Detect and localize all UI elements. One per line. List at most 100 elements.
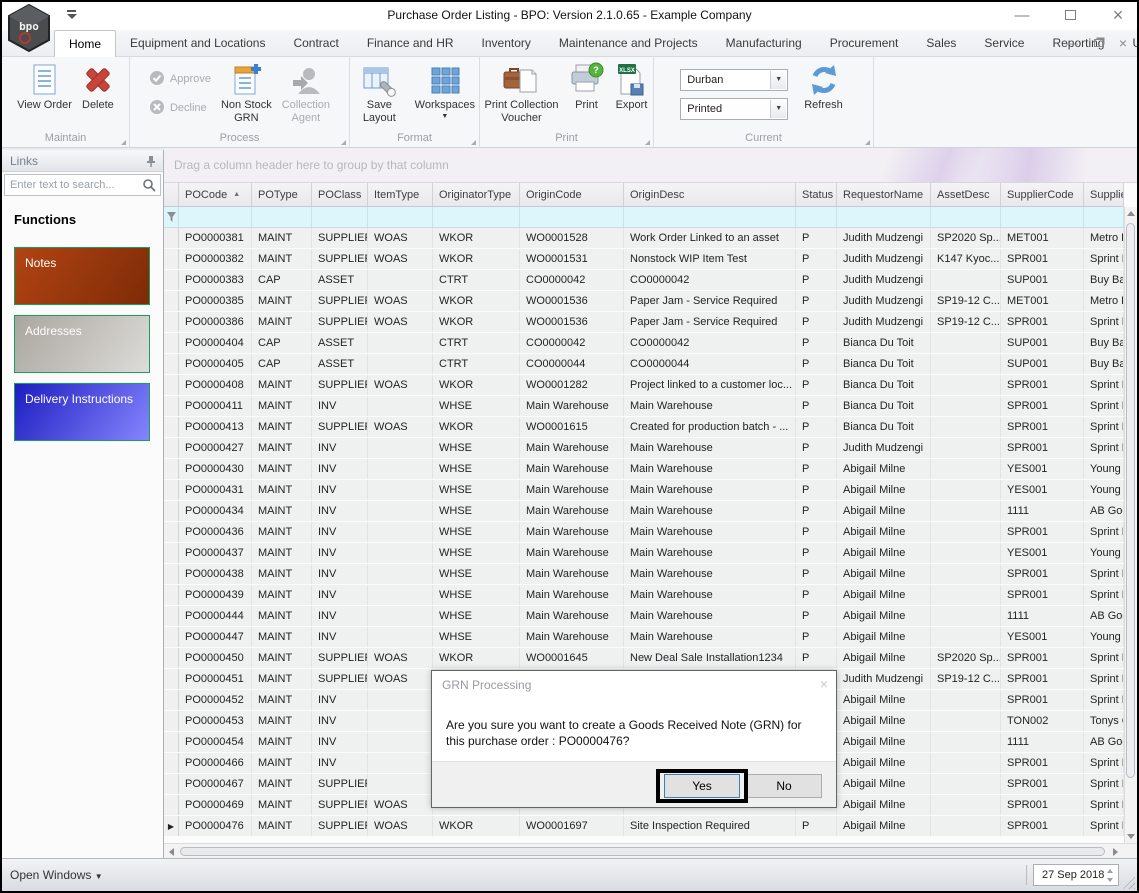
filter-cell-origdesc[interactable]	[624, 207, 796, 227]
date-field[interactable]: 27 Sep 2018	[1033, 864, 1119, 886]
column-header-origcode[interactable]: OriginCode	[520, 183, 624, 206]
column-header-poclass[interactable]: POClass	[312, 183, 368, 206]
table-row[interactable]: PO0000411MAINTINVWHSEMain WarehouseMain …	[164, 396, 1124, 417]
filter-cell-suppcode[interactable]	[1001, 207, 1084, 227]
print-button[interactable]: ? Print	[564, 59, 608, 114]
table-row[interactable]: PO0000413MAINTSUPPLIERWOASWKORWO0001615C…	[164, 417, 1124, 438]
group-launcher-icon-print[interactable]	[645, 140, 650, 145]
scroll-up-icon[interactable]	[1125, 207, 1137, 220]
table-row[interactable]: PO0000431MAINTINVWHSEMain WarehouseMain …	[164, 480, 1124, 501]
close-button[interactable]: ×	[1107, 4, 1129, 26]
table-row[interactable]: PO0000444MAINTINVWHSEMain WarehouseMain …	[164, 606, 1124, 627]
refresh-button[interactable]: Refresh	[800, 59, 847, 114]
tab-service[interactable]: Service	[970, 30, 1038, 57]
filter-cell-code[interactable]	[179, 207, 252, 227]
group-launcher-icon-process[interactable]	[341, 140, 346, 145]
table-row[interactable]: PO0000450MAINTSUPPLIERWOASWKORWO0001645N…	[164, 648, 1124, 669]
table-row[interactable]: PO0000436MAINTINVWHSEMain WarehouseMain …	[164, 522, 1124, 543]
filter-cell-suppname[interactable]	[1084, 207, 1124, 227]
tab-sales[interactable]: Sales	[912, 30, 970, 57]
table-row[interactable]: PO0000447MAINTINVWHSEMain WarehouseMain …	[164, 627, 1124, 648]
column-header-code[interactable]: POCode▲	[179, 183, 252, 206]
table-row[interactable]: PO0000385MAINTSUPPLIERWOASWKORWO0001536P…	[164, 291, 1124, 312]
tab-maintenance-and-projects[interactable]: Maintenance and Projects	[545, 30, 712, 57]
workspaces-button[interactable]: Workspaces ▼	[411, 59, 479, 122]
tab-inventory[interactable]: Inventory	[468, 30, 545, 57]
scroll-right-icon[interactable]	[1109, 845, 1122, 858]
tab-home[interactable]: Home	[54, 30, 116, 57]
pin-icon[interactable]	[145, 154, 157, 170]
scroll-left-icon[interactable]	[165, 845, 178, 858]
tab-equipment-and-locations[interactable]: Equipment and Locations	[116, 30, 279, 57]
filter-row-icon[interactable]	[164, 207, 179, 227]
table-row[interactable]: PO0000434MAINTINVWHSEMain WarehouseMain …	[164, 501, 1124, 522]
horizontal-scroll-thumb[interactable]	[180, 847, 1105, 856]
function-button-notes[interactable]: Notes	[14, 247, 150, 305]
filter-cell-origcode[interactable]	[520, 207, 624, 227]
open-windows-button[interactable]: Open Windows ▼	[10, 868, 103, 882]
approve-button[interactable]: Approve	[149, 70, 211, 89]
branch-dropdown[interactable]: Durban ▼	[680, 69, 788, 91]
group-launcher-icon-maintain[interactable]	[121, 140, 126, 145]
non-stock-grn-button[interactable]: Non Stock GRN	[217, 59, 276, 127]
yes-button[interactable]: Yes	[664, 774, 740, 798]
view-order-button[interactable]: View Order	[13, 59, 76, 114]
mdi-minimize-icon[interactable]: —	[1066, 36, 1078, 50]
delete-button[interactable]: Delete	[78, 59, 118, 114]
filter-cell-itemtype[interactable]	[368, 207, 433, 227]
tab-procurement[interactable]: Procurement	[816, 30, 913, 57]
filter-cell-requestor[interactable]	[837, 207, 931, 227]
filter-cell-assetdesc[interactable]	[931, 207, 1001, 227]
filter-cell-poclass[interactable]	[312, 207, 368, 227]
table-row[interactable]: PO0000439MAINTINVWHSEMain WarehouseMain …	[164, 585, 1124, 606]
search-icon[interactable]	[142, 178, 156, 197]
table-row[interactable]: PO0000404CAPASSETCTRTCO0000042CO0000042P…	[164, 333, 1124, 354]
function-button-delivery-instructions[interactable]: Delivery Instructions	[14, 383, 150, 441]
column-header-requestor[interactable]: RequestorName	[837, 183, 931, 206]
no-button[interactable]: No	[746, 774, 822, 798]
tab-contract[interactable]: Contract	[279, 30, 352, 57]
filter-cell-origtype[interactable]	[433, 207, 520, 227]
dialog-close-icon[interactable]: ×	[820, 676, 828, 692]
table-row[interactable]: PO0000438MAINTINVWHSEMain WarehouseMain …	[164, 564, 1124, 585]
minimize-button[interactable]: —	[1011, 4, 1033, 26]
column-header-origtype[interactable]: OriginatorType	[433, 183, 520, 206]
resize-grip[interactable]	[1121, 875, 1135, 889]
column-header-suppcode[interactable]: SupplierCode	[1001, 183, 1084, 206]
tab-finance-and-hr[interactable]: Finance and HR	[353, 30, 468, 57]
export-button[interactable]: XLSX Export	[610, 59, 652, 114]
filter-cell-potype[interactable]	[252, 207, 312, 227]
save-layout-button[interactable]: Save Layout	[350, 59, 409, 127]
group-launcher-icon-current[interactable]	[865, 140, 870, 145]
column-header-potype[interactable]: POType	[252, 183, 312, 206]
group-launcher-icon-format[interactable]	[471, 140, 476, 145]
maximize-button[interactable]	[1059, 4, 1081, 26]
tab-manufacturing[interactable]: Manufacturing	[712, 30, 816, 57]
table-row[interactable]: PO0000382MAINTSUPPLIERWOASWKORWO0001531N…	[164, 249, 1124, 270]
table-row[interactable]: ▶PO0000476MAINTSUPPLIERWOASWKORWO0001697…	[164, 816, 1124, 837]
mdi-restore-icon[interactable]	[1094, 36, 1103, 50]
column-header-status[interactable]: Status	[796, 183, 837, 206]
table-row[interactable]: PO0000386MAINTSUPPLIERWOASWKORWO0001536P…	[164, 312, 1124, 333]
decline-button[interactable]: Decline	[149, 99, 211, 118]
collection-agent-button[interactable]: Collection Agent	[278, 59, 334, 127]
scroll-down-icon[interactable]	[1125, 830, 1137, 843]
mdi-close-icon[interactable]: ×	[1119, 36, 1127, 50]
filter-cell-status[interactable]	[796, 207, 837, 227]
column-header-suppname[interactable]: SupplierNam	[1084, 183, 1124, 206]
status-filter-dropdown[interactable]: Printed ▼	[680, 98, 788, 120]
print-collection-voucher-button[interactable]: Print Collection Voucher	[481, 59, 563, 127]
table-row[interactable]: PO0000381MAINTSUPPLIERWOASWKORWO0001528W…	[164, 228, 1124, 249]
column-header-assetdesc[interactable]: AssetDesc	[931, 183, 1001, 206]
table-row[interactable]: PO0000408MAINTSUPPLIERWOASWKORWO0001282P…	[164, 375, 1124, 396]
search-input[interactable]	[10, 177, 136, 193]
vertical-scrollbar[interactable]	[1124, 207, 1137, 843]
date-spinner[interactable]	[1103, 866, 1116, 884]
table-row[interactable]: PO0000437MAINTINVWHSEMain WarehouseMain …	[164, 543, 1124, 564]
table-row[interactable]: PO0000405CAPASSETCTRTCO0000044CO0000044P…	[164, 354, 1124, 375]
table-row[interactable]: PO0000383CAPASSETCTRTCO0000042CO0000042P…	[164, 270, 1124, 291]
column-header-itemtype[interactable]: ItemType	[368, 183, 433, 206]
column-header-origdesc[interactable]: OriginDesc	[624, 183, 796, 206]
function-button-addresses[interactable]: Addresses	[14, 315, 150, 373]
vertical-scroll-thumb[interactable]	[1126, 223, 1135, 778]
